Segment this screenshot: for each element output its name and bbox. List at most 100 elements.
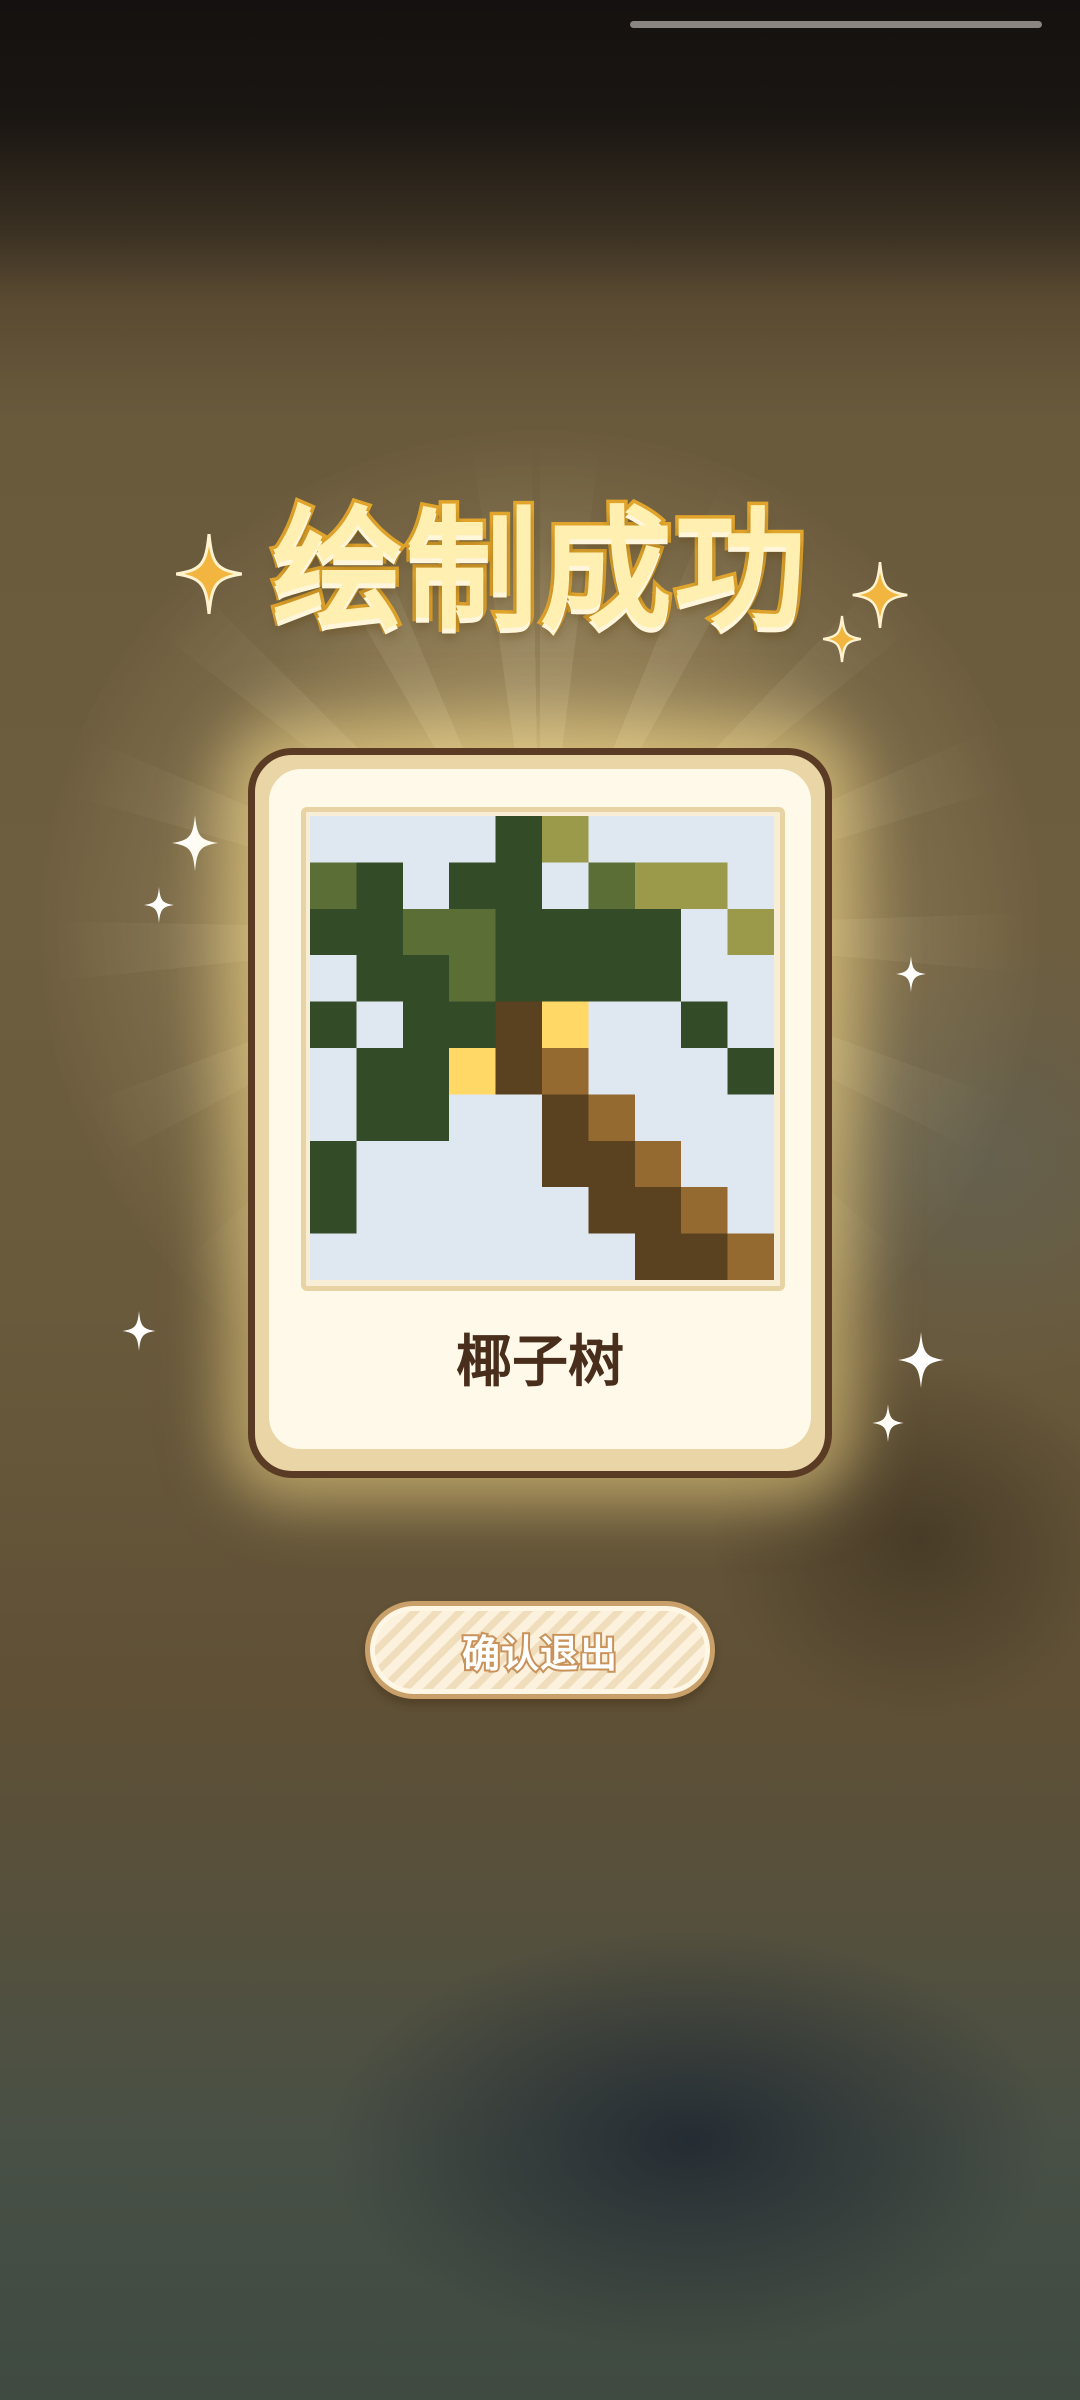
pixel-cell [727,1094,774,1142]
pixel-cell [727,955,774,1003]
result-card: 椰子树 [248,748,832,1478]
pixel-cell [634,955,683,1003]
pixel-cell [634,1001,683,1049]
pixel-cell [542,1094,590,1142]
pixel-cell [356,1140,404,1189]
pixel-cell [356,1048,404,1096]
pixel-cell [495,816,543,864]
confirm-exit-label: 确认退出 [460,1630,619,1678]
pixel-cell [449,1048,497,1096]
pixel-cell [588,1094,636,1142]
pixel-cell [310,1187,358,1235]
pixel-cell [634,862,683,910]
artwork-title: 椰子树 [456,1330,624,1395]
pixel-cell [402,955,451,1003]
pixel-cell [356,955,404,1003]
pixel-cell [495,862,543,910]
pixel-cell [356,1187,404,1235]
pixel-cell [588,862,636,910]
pixel-cell [588,955,636,1003]
pixel-cell [681,1048,729,1096]
pixel-cell [634,1233,683,1280]
pixel-cell [310,955,358,1003]
pixel-cell [402,862,451,910]
confirm-exit-button[interactable]: 确认退出 [365,1601,715,1699]
pixel-cell [495,1094,543,1142]
pixel-cell [542,955,590,1003]
pixel-cell [634,1048,683,1096]
pixel-cell [588,1140,636,1189]
pixel-cell [681,1001,729,1049]
pixel-cell [727,1140,774,1189]
pixel-cell [402,1094,451,1142]
pixel-cell [634,1094,683,1142]
pixel-cell [310,1140,358,1189]
pixel-cell [402,1187,451,1235]
sparkle-icon [897,1332,945,1388]
pixel-cell [542,1140,590,1189]
pixel-cell [402,816,451,864]
sparkle-icon [176,534,242,614]
pixel-cell [449,862,497,910]
pixel-cell [495,1048,543,1096]
pixel-cell [495,1140,543,1189]
pixel-cell [449,1140,497,1189]
pixel-cell [356,1233,404,1280]
pixel-cell [588,908,636,957]
pixel-cell [310,1001,358,1049]
pixel-cell [542,862,590,910]
pixel-cell [542,1233,590,1280]
gesture-bar [630,21,1042,28]
pixel-cell [402,1140,451,1189]
pixel-cell [588,1001,636,1049]
pixel-cell [449,1094,497,1142]
pixel-cell [634,908,683,957]
pixel-cell [634,1140,683,1189]
pixel-cell [681,862,729,910]
pixel-cell [588,1233,636,1280]
sparkle-icon [144,887,174,923]
pixel-cell [727,862,774,910]
pixel-cell [449,1001,497,1049]
pixel-cell [681,1094,729,1142]
pixel-cell [356,862,404,910]
pixel-cell [727,1233,774,1280]
pixel-cell [542,1187,590,1235]
pixel-cell [356,1001,404,1049]
sparkle-icon [896,956,926,992]
pixel-cell [449,1233,497,1280]
pixel-cell [681,955,729,1003]
pixel-cell [449,908,497,957]
pixel-cell [681,816,729,864]
pixel-cell [310,908,358,957]
pixel-cell [542,1001,590,1049]
pixel-cell [402,1001,451,1049]
pixel-cell [727,908,774,957]
sparkle-icon [122,1311,156,1351]
pixel-cell [495,1001,543,1049]
pixel-cell [681,1233,729,1280]
sparkle-icon [823,615,861,663]
pixel-cell [449,1187,497,1235]
pixel-cell [310,1233,358,1280]
pixel-cell [727,1001,774,1049]
pixel-cell [449,816,497,864]
pixel-cell [310,816,358,864]
pixel-cell [402,1233,451,1280]
pixel-cell [542,816,590,864]
pixel-cell [495,908,543,957]
pixel-cell [402,908,451,957]
pixel-cell [356,908,404,957]
sparkle-icon [171,815,219,871]
pixel-cell [356,1094,404,1142]
pixel-artwork [310,816,774,1280]
pixel-cell [495,1233,543,1280]
pixel-cell [681,1187,729,1235]
page-title: 绘制成功 [269,494,810,648]
pixel-cell [310,1094,358,1142]
pixel-cell [449,955,497,1003]
pixel-cell [495,955,543,1003]
pixel-cell [542,908,590,957]
pixel-cell [727,1048,774,1096]
sparkle-icon [872,1404,904,1442]
